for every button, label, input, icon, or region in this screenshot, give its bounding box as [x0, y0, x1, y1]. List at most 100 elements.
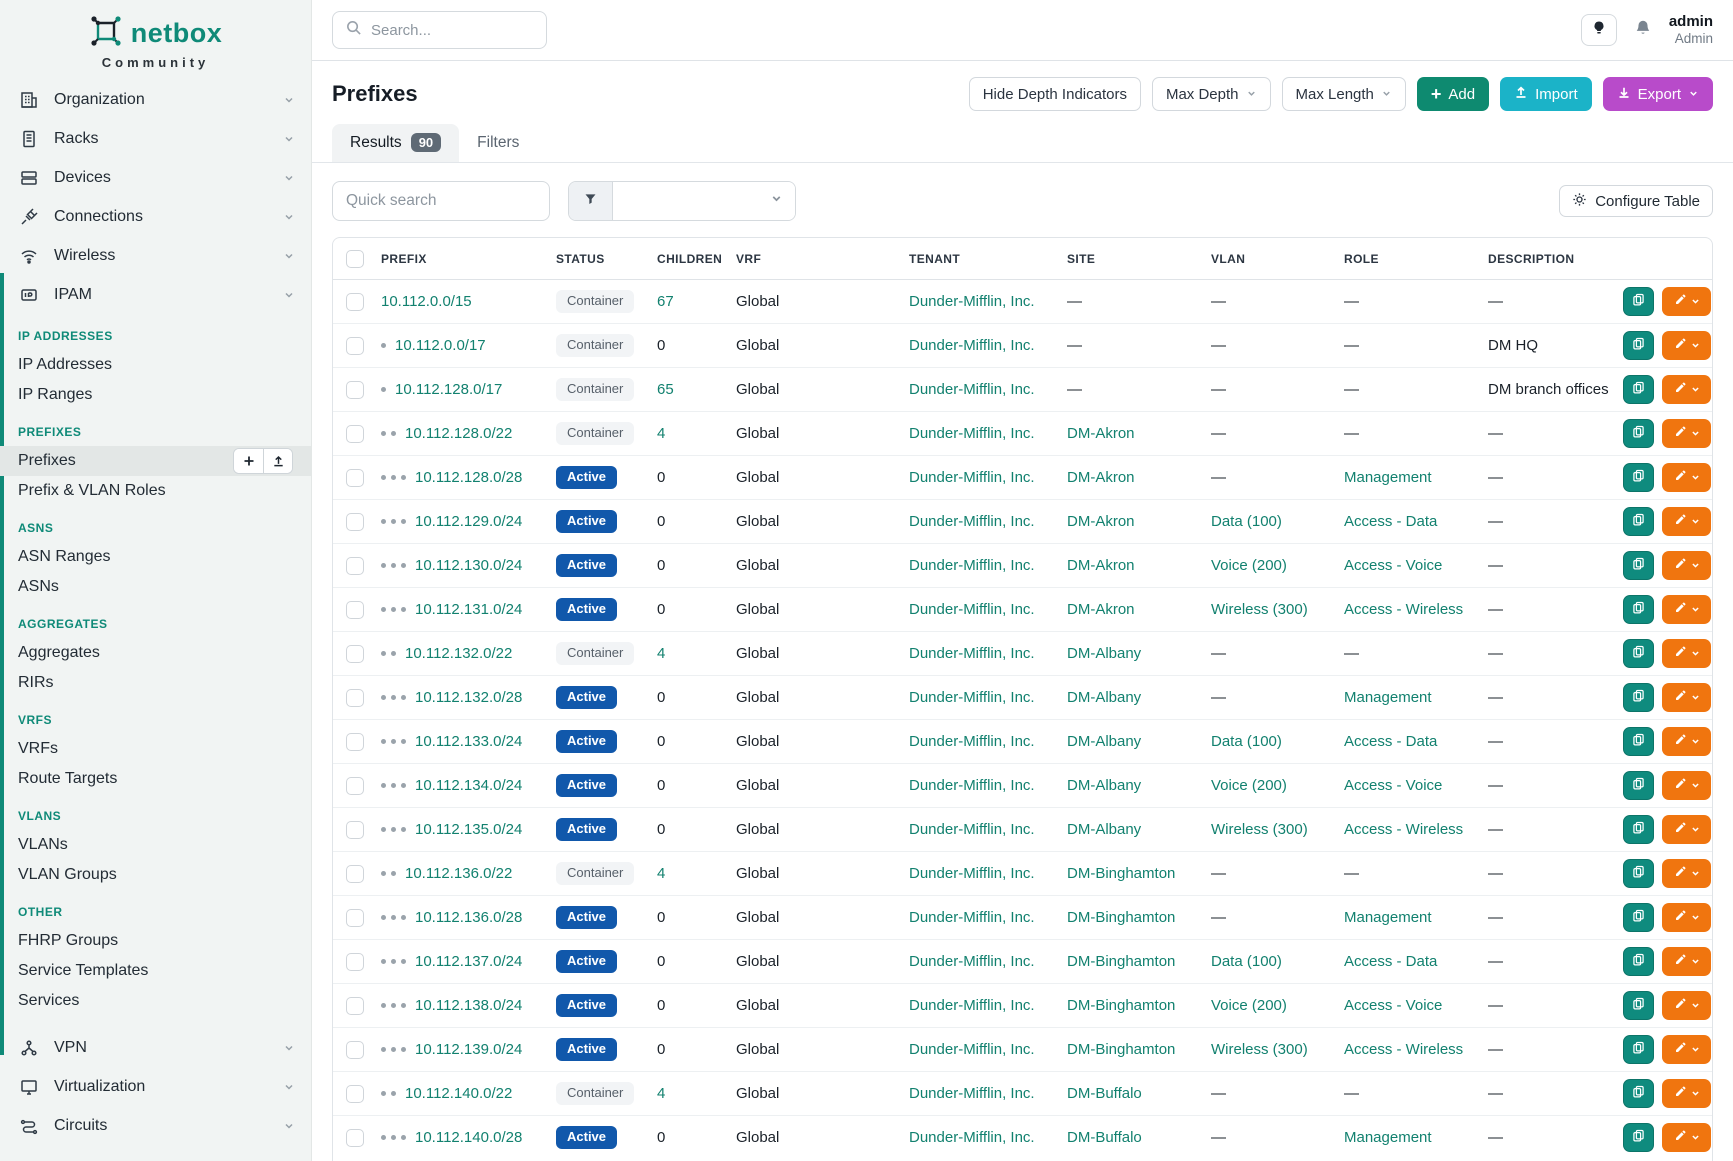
sidebar-item-wireless[interactable]: Wireless [0, 236, 311, 275]
prefix-link[interactable]: 10.112.132.0/28 [415, 689, 522, 706]
theme-toggle-button[interactable] [1581, 14, 1617, 46]
role-link[interactable]: Access - Data [1344, 513, 1437, 530]
row-checkbox[interactable] [346, 777, 364, 795]
clone-button[interactable] [1623, 375, 1654, 404]
prefix-link[interactable]: 10.112.137.0/24 [415, 953, 522, 970]
edit-button[interactable] [1662, 639, 1711, 668]
edit-button[interactable] [1662, 551, 1711, 580]
row-checkbox[interactable] [346, 689, 364, 707]
notifications-button[interactable] [1633, 18, 1653, 43]
tenant-link[interactable]: Dunder-Mifflin, Inc. [909, 821, 1035, 838]
column-header-tenant[interactable]: TENANT [909, 238, 1067, 280]
row-checkbox[interactable] [346, 381, 364, 399]
vlan-link[interactable]: Wireless (300) [1211, 1041, 1308, 1058]
clone-button[interactable] [1623, 727, 1654, 756]
import-prefix-button[interactable] [263, 449, 292, 473]
prefix-link[interactable]: 10.112.136.0/22 [405, 865, 512, 882]
clone-button[interactable] [1623, 1035, 1654, 1064]
brand-logo[interactable]: netbox Community [0, 0, 311, 80]
column-header-vrf[interactable]: VRF [736, 238, 909, 280]
site-link[interactable]: DM-Akron [1067, 469, 1135, 486]
site-link[interactable]: DM-Binghamton [1067, 909, 1175, 926]
sidebar-item-vpn[interactable]: VPN [0, 1028, 311, 1067]
row-checkbox[interactable] [346, 733, 364, 751]
sidebar-item-rirs[interactable]: RIRs [0, 668, 311, 698]
search-input[interactable] [371, 22, 534, 39]
clone-button[interactable] [1623, 903, 1654, 932]
sidebar-item-racks[interactable]: Racks [0, 119, 311, 158]
edit-button[interactable] [1662, 727, 1711, 756]
site-link[interactable]: DM-Buffalo [1067, 1129, 1142, 1146]
row-checkbox[interactable] [346, 865, 364, 883]
sidebar-item-ip-addresses[interactable]: IP Addresses [0, 350, 311, 380]
column-header-description[interactable]: DESCRIPTION [1488, 238, 1623, 280]
tenant-link[interactable]: Dunder-Mifflin, Inc. [909, 909, 1035, 926]
clone-button[interactable] [1623, 815, 1654, 844]
clone-button[interactable] [1623, 551, 1654, 580]
prefix-link[interactable]: 10.112.140.0/22 [405, 1085, 512, 1102]
site-link[interactable]: DM-Albany [1067, 777, 1141, 794]
role-link[interactable]: Access - Voice [1344, 557, 1442, 574]
vlan-link[interactable]: Voice (200) [1211, 557, 1287, 574]
quick-search-input[interactable] [332, 181, 550, 221]
user-menu[interactable]: admin Admin [1669, 13, 1713, 47]
prefix-link[interactable]: 10.112.132.0/22 [405, 645, 512, 662]
tenant-link[interactable]: Dunder-Mifflin, Inc. [909, 777, 1035, 794]
clone-button[interactable] [1623, 419, 1654, 448]
site-link[interactable]: DM-Binghamton [1067, 1041, 1175, 1058]
column-header-site[interactable]: SITE [1067, 238, 1211, 280]
tenant-link[interactable]: Dunder-Mifflin, Inc. [909, 337, 1035, 354]
tenant-link[interactable]: Dunder-Mifflin, Inc. [909, 469, 1035, 486]
site-link[interactable]: DM-Akron [1067, 513, 1135, 530]
tenant-link[interactable]: Dunder-Mifflin, Inc. [909, 425, 1035, 442]
site-link[interactable]: DM-Akron [1067, 601, 1135, 618]
vlan-link[interactable]: Voice (200) [1211, 777, 1287, 794]
row-checkbox[interactable] [346, 601, 364, 619]
prefix-link[interactable]: 10.112.128.0/28 [415, 469, 522, 486]
sidebar-item-prefixes[interactable]: Prefixes [0, 446, 311, 476]
edit-button[interactable] [1662, 507, 1711, 536]
site-link[interactable]: DM-Binghamton [1067, 953, 1175, 970]
clone-button[interactable] [1623, 683, 1654, 712]
tenant-link[interactable]: Dunder-Mifflin, Inc. [909, 645, 1035, 662]
sidebar-item-circuits[interactable]: Circuits [0, 1106, 311, 1145]
filter-button[interactable] [569, 182, 613, 220]
row-checkbox[interactable] [346, 821, 364, 839]
column-header-role[interactable]: ROLE [1344, 238, 1488, 280]
sidebar-item-ipam[interactable]: IPAM [0, 275, 311, 314]
select-all-checkbox[interactable] [346, 250, 364, 268]
site-link[interactable]: DM-Buffalo [1067, 1085, 1142, 1102]
edit-button[interactable] [1662, 1079, 1711, 1108]
site-link[interactable]: DM-Binghamton [1067, 865, 1175, 882]
row-checkbox[interactable] [346, 293, 364, 311]
row-checkbox[interactable] [346, 645, 364, 663]
tab-results[interactable]: Results 90 [332, 124, 459, 162]
role-link[interactable]: Access - Wireless [1344, 601, 1463, 618]
site-link[interactable]: DM-Albany [1067, 689, 1141, 706]
edit-button[interactable] [1662, 683, 1711, 712]
edit-button[interactable] [1662, 903, 1711, 932]
role-link[interactable]: Access - Data [1344, 733, 1437, 750]
edit-button[interactable] [1662, 595, 1711, 624]
row-checkbox[interactable] [346, 425, 364, 443]
clone-button[interactable] [1623, 507, 1654, 536]
clone-button[interactable] [1623, 1079, 1654, 1108]
sidebar-item-vlans[interactable]: VLANs [0, 830, 311, 860]
row-checkbox[interactable] [346, 953, 364, 971]
tenant-link[interactable]: Dunder-Mifflin, Inc. [909, 953, 1035, 970]
edit-button[interactable] [1662, 1123, 1711, 1152]
sidebar-item-devices[interactable]: Devices [0, 158, 311, 197]
edit-button[interactable] [1662, 947, 1711, 976]
prefix-link[interactable]: 10.112.133.0/24 [415, 733, 522, 750]
clone-button[interactable] [1623, 331, 1654, 360]
tenant-link[interactable]: Dunder-Mifflin, Inc. [909, 733, 1035, 750]
clone-button[interactable] [1623, 991, 1654, 1020]
site-link[interactable]: DM-Albany [1067, 645, 1141, 662]
clone-button[interactable] [1623, 287, 1654, 316]
tenant-link[interactable]: Dunder-Mifflin, Inc. [909, 601, 1035, 618]
clone-button[interactable] [1623, 595, 1654, 624]
prefix-link[interactable]: 10.112.129.0/24 [415, 513, 522, 530]
sidebar-item-asns[interactable]: ASNs [0, 572, 311, 602]
edit-button[interactable] [1662, 375, 1711, 404]
tenant-link[interactable]: Dunder-Mifflin, Inc. [909, 865, 1035, 882]
